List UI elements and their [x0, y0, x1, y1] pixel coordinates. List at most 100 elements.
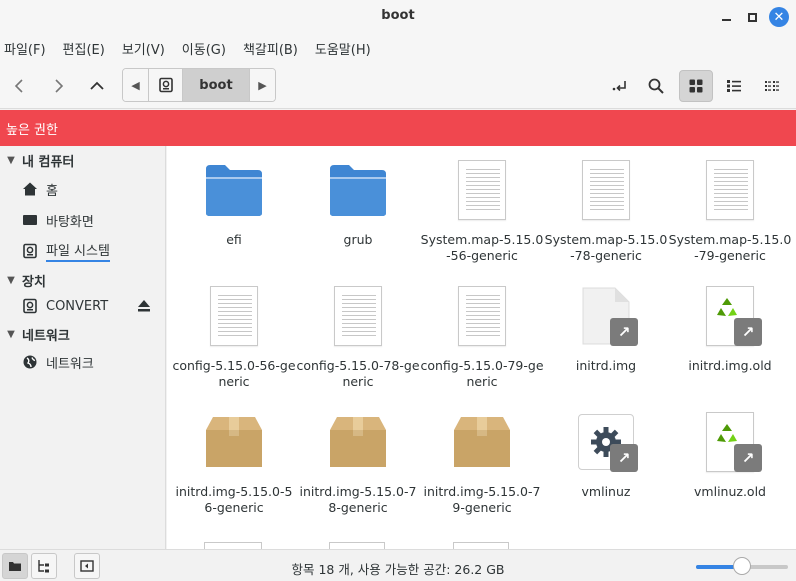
file-item[interactable]: ↗ initrd.img: [544, 284, 668, 374]
sidebar-item-filesystem[interactable]: 파일 시스템: [22, 238, 110, 264]
list-view-button[interactable]: [717, 70, 751, 102]
expand-triangle-icon: ▼: [7, 154, 15, 166]
drive-icon: [22, 243, 46, 259]
text-file-icon: [458, 160, 506, 220]
menu-file[interactable]: 파일(F): [4, 39, 46, 58]
back-button[interactable]: [3, 70, 37, 102]
menu-bookmarks[interactable]: 책갈피(B): [243, 39, 298, 58]
file-item[interactable]: ↗ vmlinuz: [544, 410, 668, 500]
location-toggle-icon: [612, 81, 626, 92]
lines: [714, 169, 748, 213]
sidebar-item-label: 네트워크: [46, 356, 94, 372]
status-bar: 항목 18 개, 사용 가능한 공간: 26.2 GB: [0, 549, 796, 581]
desktop-icon: [22, 212, 46, 228]
file-item[interactable]: grub: [296, 158, 420, 248]
lines: [342, 295, 376, 339]
expand-triangle-icon: ▼: [7, 328, 15, 340]
file-item[interactable]: System.map-5.15.0-79-generic: [668, 158, 792, 264]
sidebar-section-label: 장치: [22, 274, 46, 290]
file-name: System.map-5.15.0-78-generic: [544, 232, 668, 263]
zoom-slider-handle[interactable]: [733, 557, 751, 575]
sidebar-section-network[interactable]: ▼ 네트워크: [0, 322, 70, 346]
file-item[interactable]: initrd.img-5.15.0-56-generic: [172, 410, 296, 516]
file-item[interactable]: System.map-5.15.0-78-generic: [544, 158, 668, 264]
file-name: grub: [343, 232, 373, 247]
path-scroll-right-button[interactable]: ▶: [249, 69, 275, 101]
path-root-button[interactable]: [149, 69, 183, 101]
toolbar: ◀ boot ▶: [0, 63, 796, 109]
back-arrow-icon: [14, 79, 23, 93]
file-item[interactable]: initrd.img-5.15.0-79-generic: [420, 410, 544, 516]
file-name: config-5.15.0-56-generic: [172, 358, 296, 389]
partial-file-icon: [204, 542, 262, 549]
forward-arrow-icon: [55, 79, 64, 93]
file-item[interactable]: config-5.15.0-78-generic: [296, 284, 420, 390]
file-name: vmlinuz.old: [694, 484, 766, 499]
file-name: initrd.img-5.15.0-78-generic: [299, 484, 417, 515]
file-name: initrd.img.old: [688, 358, 772, 373]
sidebar-item-label: 홈: [46, 183, 58, 199]
text-file-icon: [334, 286, 382, 346]
compact-view-button[interactable]: [755, 70, 789, 102]
file-item[interactable]: config-5.15.0-79-generic: [420, 284, 544, 390]
text-file-icon: [706, 160, 754, 220]
icon-wrap: ↗: [668, 284, 792, 348]
maximize-button[interactable]: [741, 6, 763, 28]
file-item[interactable]: ↗ initrd.img.old: [668, 284, 792, 374]
sidebar-item-convert[interactable]: CONVERT: [22, 293, 108, 319]
up-arrow-icon: [90, 81, 104, 90]
forward-button[interactable]: [41, 70, 75, 102]
icon-wrap: [172, 410, 296, 474]
file-name: efi: [226, 232, 242, 247]
menu-view[interactable]: 보기(V): [122, 39, 165, 58]
file-item[interactable]: initrd.img-5.15.0-78-generic: [296, 410, 420, 516]
menu-go[interactable]: 이동(G): [182, 39, 226, 58]
icon-wrap: [668, 158, 792, 222]
menu-bar: 파일(F) 편집(E) 보기(V) 이동(G) 책갈피(B) 도움말(H): [0, 33, 796, 63]
path-scroll-left-button[interactable]: ◀: [123, 69, 149, 101]
minimize-button[interactable]: [715, 6, 737, 28]
text-file-icon: [210, 286, 258, 346]
close-button[interactable]: ✕: [768, 6, 790, 28]
lines: [590, 169, 624, 213]
sidebar-section-my-computer[interactable]: ▼ 내 컴퓨터: [0, 148, 74, 172]
file-name: config-5.15.0-78-generic: [296, 358, 420, 389]
folder-icon: [206, 165, 262, 216]
path-bar: ◀ boot ▶: [122, 68, 276, 102]
menu-edit[interactable]: 편집(E): [63, 39, 105, 58]
file-name: config-5.15.0-79-generic: [420, 358, 544, 389]
file-item[interactable]: efi: [172, 158, 296, 248]
lines: [218, 295, 252, 339]
icon-wrap: ↗: [544, 284, 668, 348]
sidebar-item-label: CONVERT: [46, 298, 109, 314]
network-icon: [22, 354, 46, 370]
minimize-icon: [721, 19, 731, 21]
file-item[interactable]: config-5.15.0-56-generic: [172, 284, 296, 390]
grid-view-icon: [689, 79, 703, 93]
icon-wrap: [420, 158, 544, 222]
sidebar-section-devices[interactable]: ▼ 장치: [0, 268, 46, 292]
icon-wrap: [420, 284, 544, 348]
path-current-button[interactable]: boot: [183, 69, 249, 101]
location-toggle-button[interactable]: [603, 70, 637, 102]
up-button[interactable]: [80, 70, 114, 102]
sidebar-item-home[interactable]: 홈: [22, 176, 58, 202]
icon-wrap: [296, 410, 420, 474]
partial-file-icon: [453, 542, 509, 549]
lines: [466, 169, 500, 213]
package-icon: [330, 417, 386, 467]
sidebar-item-desktop[interactable]: 바탕화면: [22, 207, 94, 233]
file-name: vmlinuz: [581, 484, 631, 499]
file-name: initrd.img: [575, 358, 637, 373]
eject-button[interactable]: [136, 298, 152, 318]
icon-wrap: [420, 410, 544, 474]
file-item[interactable]: System.map-5.15.0-56-generic: [420, 158, 544, 264]
file-name: System.map-5.15.0-79-generic: [668, 232, 792, 263]
symlink-arrow-icon: ↗: [610, 444, 638, 472]
search-button[interactable]: [639, 70, 673, 102]
file-item[interactable]: ↗ vmlinuz.old: [668, 410, 792, 500]
icon-wrap: ↗: [668, 410, 792, 474]
sidebar-item-network[interactable]: 네트워크: [22, 349, 94, 375]
grid-view-button[interactable]: [679, 70, 713, 102]
menu-help[interactable]: 도움말(H): [315, 39, 371, 58]
